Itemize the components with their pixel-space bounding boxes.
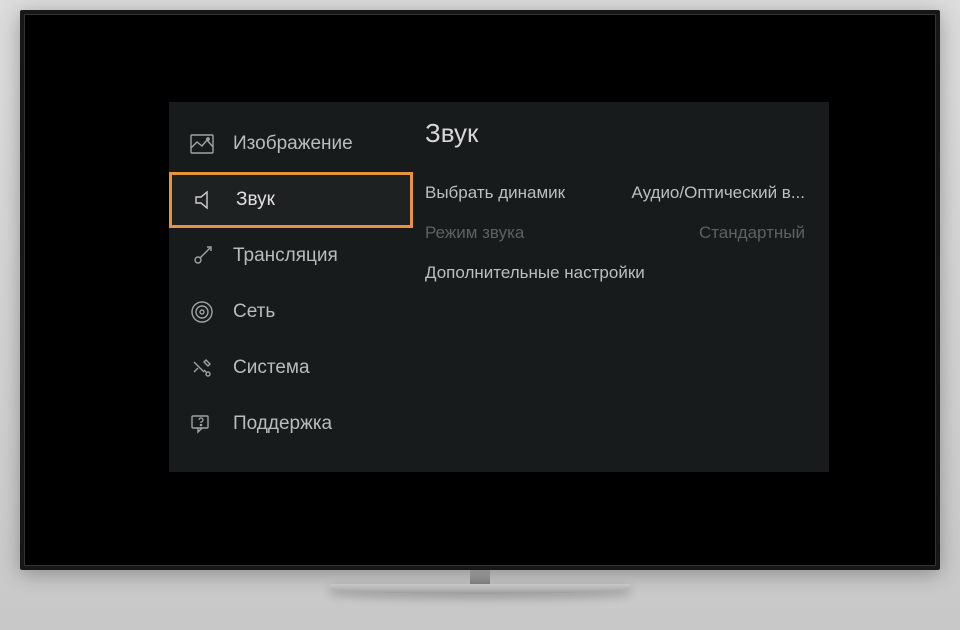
sidebar-item-sound[interactable]: Звук [169,172,413,228]
sidebar-item-label: Сеть [233,301,275,323]
tv-stand [330,570,630,608]
option-label: Дополнительные настройки [425,263,805,283]
settings-menu-panel: Изображение Звук [169,102,829,472]
sidebar-item-system[interactable]: Система [169,340,413,396]
sidebar-item-label: Звук [236,189,275,211]
tv-stand-neck [470,570,490,584]
sidebar-item-broadcast[interactable]: Трансляция [169,228,413,284]
settings-sidebar: Изображение Звук [169,102,413,472]
network-icon [189,299,215,325]
sound-icon [192,187,218,213]
support-icon [189,411,215,437]
settings-content: Звук Выбрать динамик Аудио/Оптический в.… [413,102,829,472]
option-value: Стандартный [699,223,805,243]
option-expert-settings[interactable]: Дополнительные настройки [425,253,805,293]
sidebar-item-label: Система [233,357,310,379]
option-label: Выбрать динамик [425,183,631,203]
sidebar-item-support[interactable]: Поддержка [169,396,413,452]
option-value: Аудио/Оптический в... [631,183,805,203]
sidebar-item-network[interactable]: Сеть [169,284,413,340]
sidebar-item-label: Трансляция [233,245,338,267]
sidebar-item-picture[interactable]: Изображение [169,116,413,172]
picture-icon [189,131,215,157]
sidebar-item-label: Поддержка [233,413,332,435]
broadcast-icon [189,243,215,269]
option-speaker-select[interactable]: Выбрать динамик Аудио/Оптический в... [425,173,805,213]
content-title: Звук [425,118,805,149]
option-label: Режим звука [425,223,699,243]
system-icon [189,355,215,381]
tv-frame: Изображение Звук [20,10,940,570]
tv-screen: Изображение Звук [34,24,926,556]
option-sound-mode: Режим звука Стандартный [425,213,805,253]
tv-stand-base [330,584,630,594]
sidebar-item-label: Изображение [233,133,353,155]
